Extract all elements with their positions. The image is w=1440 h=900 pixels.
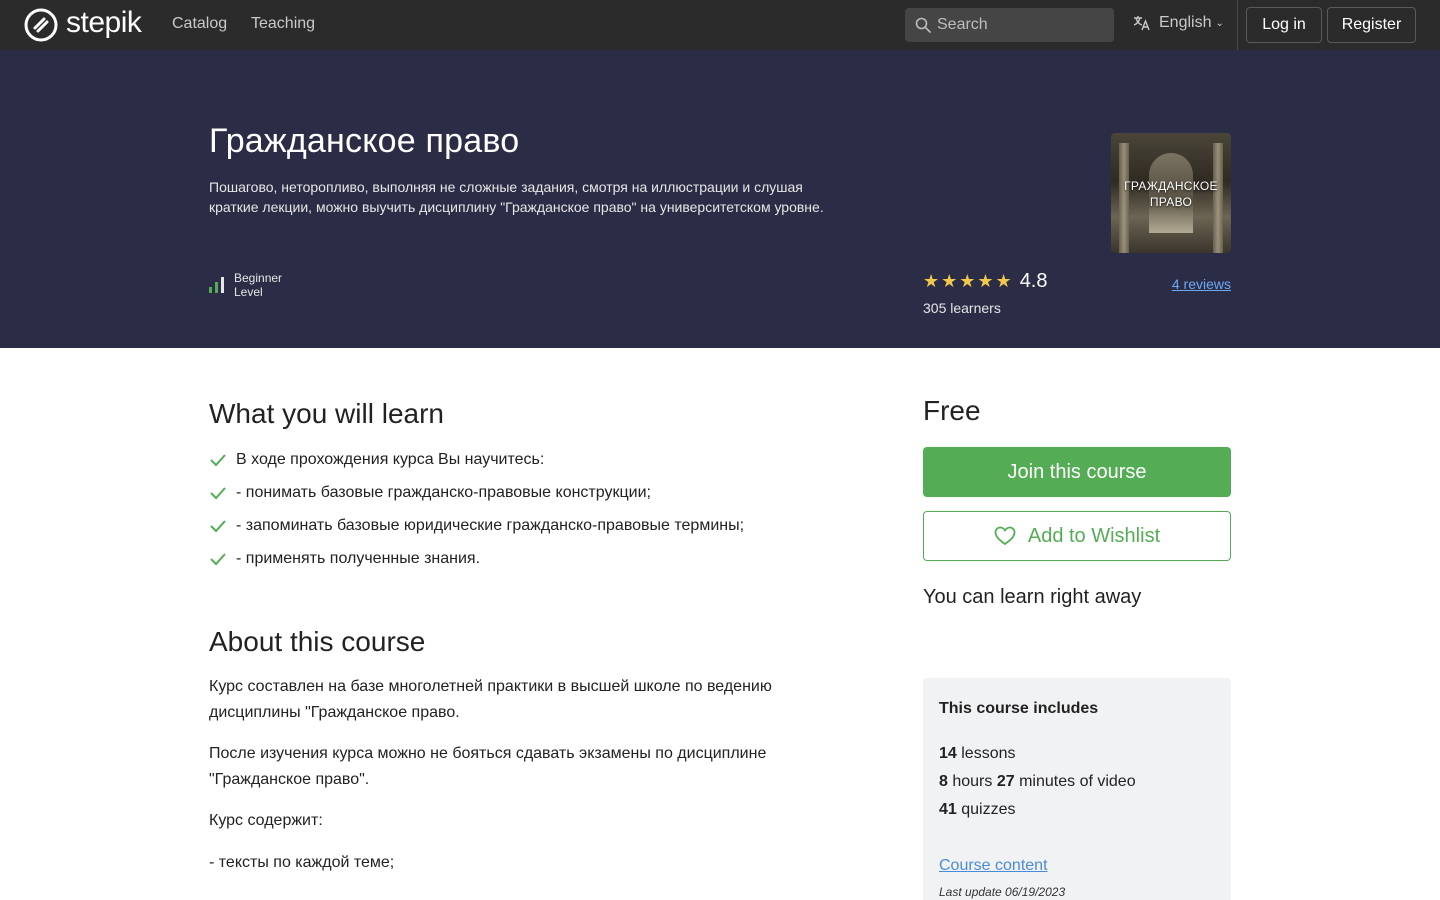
rating-value: 4.8 [1019, 270, 1048, 292]
about-paragraph: Курс содержит: [209, 812, 323, 829]
hours-label: hours [952, 773, 993, 790]
search-box [905, 8, 1114, 42]
lessons-label: lessons [961, 745, 1016, 762]
course-title: Гражданское право [209, 122, 520, 160]
learn-section-title: What you will learn [209, 398, 444, 429]
course-includes-panel: This course includes 14 lessons 8 hours … [923, 678, 1231, 900]
search-input[interactable] [937, 8, 1107, 42]
nav-link-teaching[interactable]: Teaching [251, 15, 315, 33]
translate-icon [1133, 16, 1150, 31]
learn-item: - запоминать базовые юридические граждан… [209, 509, 744, 542]
wishlist-label: Add to Wishlist [1027, 524, 1161, 547]
course-summary: Пошагово, неторопливо, выполняя не сложн… [209, 179, 824, 215]
video-duration: 8 hours 27 minutes of video [939, 773, 1136, 791]
language-selector[interactable]: English ⌄ [1133, 14, 1224, 32]
learn-item: В ходе прохождения курса Вы научитесь: [209, 443, 744, 476]
lessons-number: 14 [939, 745, 957, 762]
quizzes-number: 41 [939, 801, 957, 818]
learn-item: - применять полученные знания. [209, 542, 744, 575]
nav-link-catalog[interactable]: Catalog [172, 15, 227, 33]
about-paragraph: Курс составлен на базе многолетней практ… [209, 678, 772, 721]
nav-divider [1237, 0, 1238, 50]
cover-text: ГРАЖДАНСКОЕ ПРАВО [1111, 178, 1231, 210]
course-cover-image: ГРАЖДАНСКОЕ ПРАВО [1111, 133, 1231, 253]
level-text: Beginner Level [234, 271, 282, 299]
learn-item-text: В ходе прохождения курса Вы научитесь: [236, 450, 545, 468]
register-button[interactable]: Register [1327, 7, 1416, 43]
add-to-wishlist-button[interactable]: Add to Wishlist [923, 511, 1231, 561]
join-course-button[interactable]: Join this course [923, 447, 1231, 497]
check-icon [210, 453, 226, 466]
includes-title: This course includes [939, 700, 1099, 717]
level-icon [209, 277, 224, 293]
heart-icon [994, 526, 1016, 546]
logo-text: stepik [66, 6, 142, 39]
quizzes-label: quizzes [961, 801, 1016, 818]
learn-right-away-text: You can learn right away [923, 586, 1142, 608]
check-icon [210, 519, 226, 532]
course-hero: Гражданское право Пошагово, неторопливо,… [0, 50, 1440, 348]
about-section-title: About this course [209, 626, 426, 657]
reviews-link[interactable]: 4 reviews [1172, 276, 1231, 292]
hours-number: 8 [939, 773, 948, 790]
search-icon [915, 17, 931, 33]
chevron-down-icon: ⌄ [1215, 17, 1224, 29]
check-icon [210, 486, 226, 499]
about-paragraph: После изучения курса можно не бояться сд… [209, 745, 767, 788]
cover-text-line1: ГРАЖДАНСКОЕ [1124, 179, 1218, 193]
level-value: Beginner [234, 271, 283, 285]
check-icon [210, 552, 226, 565]
minutes-label: minutes of video [1019, 773, 1136, 790]
stepik-logo-icon [24, 8, 58, 42]
language-label: English [1159, 14, 1212, 31]
learn-item-text: - понимать базовые гражданско-правовые к… [236, 483, 651, 501]
stepik-logo[interactable]: stepik [24, 6, 142, 42]
course-content-link[interactable]: Course content [939, 857, 1048, 875]
minutes-number: 27 [996, 773, 1015, 790]
about-paragraph: - тексты по каждой теме; [209, 854, 395, 871]
last-update-text: Last update 06/19/2023 [939, 885, 1066, 899]
lessons-count: 14 lessons [939, 745, 1016, 763]
top-navbar: stepik Catalog Teaching English ⌄ Log in… [0, 0, 1440, 50]
learn-list: В ходе прохождения курса Вы научитесь: -… [209, 443, 744, 575]
course-price: Free [923, 395, 981, 426]
login-button[interactable]: Log in [1246, 7, 1322, 43]
cover-text-line2: ПРАВО [1149, 195, 1193, 209]
learn-item: - понимать базовые гражданско-правовые к… [209, 476, 744, 509]
level-caption: Level [234, 285, 263, 299]
star-rating-icon: ★★★★★ [923, 271, 1014, 291]
learn-item-text: - применять полученные знания. [236, 549, 481, 567]
learn-item-text: - запоминать базовые юридические граждан… [236, 516, 745, 534]
learners-count: 305 learners [923, 300, 1001, 316]
course-level: Beginner Level [209, 271, 282, 299]
course-rating: ★★★★★ 4.8 [923, 270, 1048, 293]
quizzes-count: 41 quizzes [939, 801, 1016, 819]
